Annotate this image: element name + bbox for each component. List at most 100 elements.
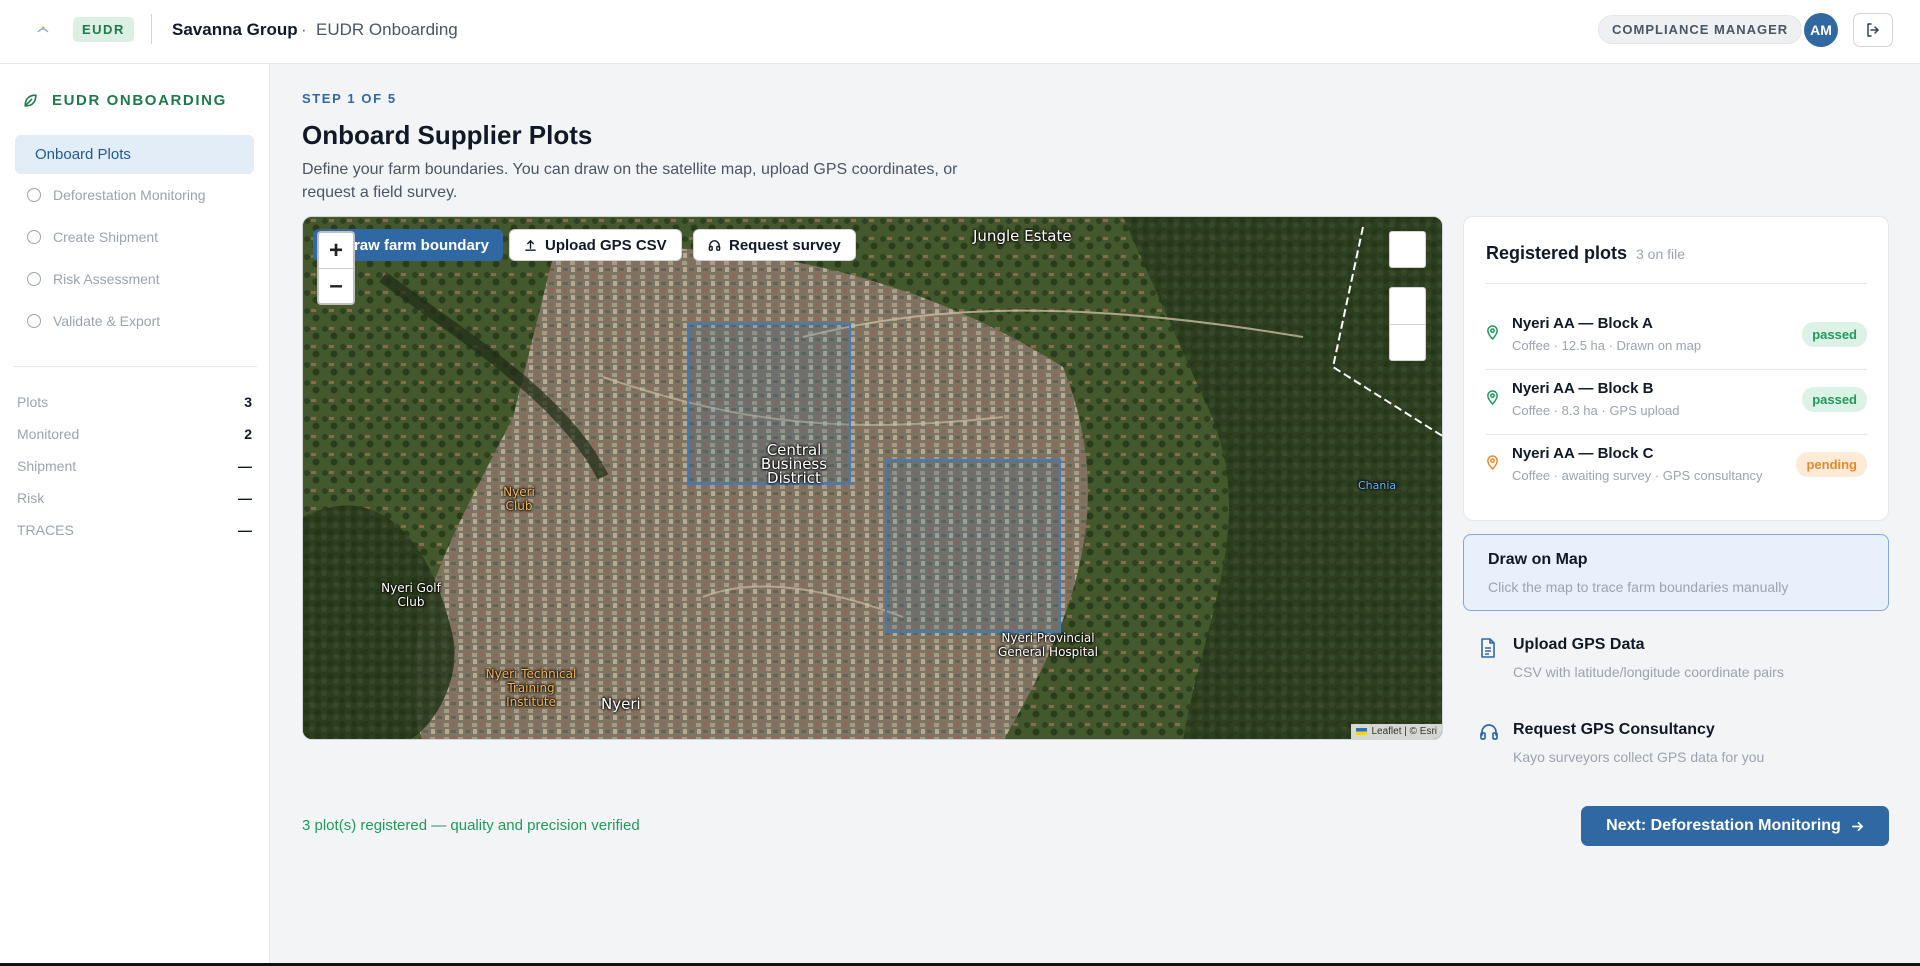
avatar[interactable]: AM: [1804, 13, 1838, 47]
map-pin-icon: [1487, 390, 1498, 405]
map-label-nyeri-club: Nyeri Club: [503, 485, 535, 513]
map-label-technical-institute: Nyeri Technical Training Institute: [485, 667, 577, 709]
satellite-map[interactable]: Jungle Estate Central Business District …: [302, 216, 1443, 740]
org-name: Savanna Group: [172, 20, 298, 39]
map-label-golf-club: Nyeri Golf Club: [381, 581, 441, 609]
zoom-control: + –: [317, 231, 355, 305]
breadcrumb-page: EUDR Onboarding: [316, 20, 458, 39]
sidebar-item-deforestation-monitoring[interactable]: Deforestation Monitoring: [27, 187, 206, 203]
plot-name: Nyeri AA — Block A: [1512, 315, 1653, 332]
map-label-cbd: Central Business District: [760, 441, 828, 487]
sidebar-item-label: Risk Assessment: [53, 271, 160, 287]
method-upload-gps[interactable]: Upload GPS Data CSV with latitude/longit…: [1463, 620, 1889, 690]
sidebar-divider: [14, 366, 257, 367]
sidebar: EUDR ONBOARDING Onboard Plots Deforestat…: [0, 64, 270, 966]
eudr-badge: EUDR: [73, 17, 134, 42]
step-circle-icon: [27, 314, 41, 328]
sidebar-title: EUDR ONBOARDING: [52, 92, 227, 109]
breadcrumb-separator: ·: [301, 20, 307, 39]
stat-risk: Risk —: [17, 490, 252, 506]
next-button-label: Next: Deforestation Monitoring: [1606, 817, 1841, 834]
registration-status-note: 3 plot(s) registered — quality and preci…: [302, 817, 640, 834]
page-title: Onboard Supplier Plots: [302, 120, 593, 150]
request-survey-button[interactable]: Request survey: [693, 229, 856, 261]
stat-value: 3: [244, 394, 252, 410]
upload-icon: [525, 239, 536, 251]
registered-plots-title: Registered plots: [1486, 243, 1628, 263]
map-attribution[interactable]: Leaflet | © Esri: [1351, 724, 1442, 739]
map-label-hospital: Nyeri Provincial General Hospital: [997, 631, 1099, 659]
stat-plots: Plots 3: [17, 394, 252, 410]
stat-monitored: Monitored 2: [17, 426, 252, 442]
draw-toolbar[interactable]: [1389, 287, 1426, 361]
plot-meta: Coffee · 8.3 ha · GPS upload: [1512, 403, 1680, 418]
map-label-nyeri: Nyeri: [601, 695, 641, 713]
step-indicator: STEP 1 OF 5: [302, 91, 397, 106]
top-bar: EUDR Savanna Group · EUDR Onboarding COM…: [0, 0, 1920, 64]
status-badge: pending: [1796, 452, 1867, 477]
map-label-jungle-estate: Jungle Estate: [973, 227, 1072, 245]
upload-gps-csv-button[interactable]: Upload GPS CSV: [509, 229, 682, 261]
plot-meta: Coffee · awaiting survey · GPS consultan…: [1512, 468, 1763, 483]
step-circle-icon: [27, 230, 41, 244]
stat-label: TRACES: [17, 522, 74, 538]
logo-icon: [37, 26, 49, 33]
sidebar-item-label: Validate & Export: [53, 313, 161, 329]
role-badge: COMPLIANCE MANAGER: [1598, 15, 1803, 44]
stat-traces: TRACES —: [17, 522, 252, 538]
layer-control-button[interactable]: [1389, 231, 1426, 268]
sidebar-item-label: Onboard Plots: [35, 146, 131, 163]
stat-value: —: [238, 490, 252, 506]
status-badge: passed: [1802, 322, 1867, 347]
registered-plots-card: Registered plots 3 on file Nyeri AA — Bl…: [1463, 216, 1889, 521]
leaf-icon: [24, 94, 37, 107]
attribution-text: Leaflet | © Esri: [1371, 726, 1437, 737]
step-circle-icon: [27, 188, 41, 202]
sidebar-item-risk-assessment[interactable]: Risk Assessment: [27, 271, 160, 287]
method-description: Click the map to trace farm boundaries m…: [1488, 579, 1789, 595]
stat-label: Monitored: [17, 426, 80, 442]
sidebar-item-create-shipment[interactable]: Create Shipment: [27, 229, 158, 245]
plot-row-block-c[interactable]: Nyeri AA — Block C Coffee · awaiting sur…: [1486, 433, 1867, 497]
sidebar-item-validate-export[interactable]: Validate & Export: [27, 313, 160, 329]
plot-name: Nyeri AA — Block C: [1512, 445, 1654, 462]
plot-boundary-block-b[interactable]: [885, 459, 1061, 633]
satellite-imagery: [303, 217, 1442, 739]
method-draw-on-map[interactable]: Draw on Map Click the map to trace farm …: [1463, 534, 1889, 611]
method-title: Draw on Map: [1488, 551, 1588, 568]
draw-toolbar-edit-button[interactable]: [1390, 288, 1425, 325]
headset-icon: [1480, 724, 1498, 740]
step-circle-icon: [27, 272, 41, 286]
arrow-right-icon: [1851, 821, 1863, 831]
sidebar-header: EUDR ONBOARDING: [22, 92, 227, 109]
header-divider: [151, 14, 152, 44]
logout-icon: [1867, 23, 1879, 37]
next-deforestation-monitoring-button[interactable]: Next: Deforestation Monitoring: [1581, 806, 1889, 846]
upload-gps-csv-label: Upload GPS CSV: [545, 236, 667, 254]
stat-value: 2: [244, 426, 252, 442]
plot-row-block-a[interactable]: Nyeri AA — Block A Coffee · 12.5 ha · Dr…: [1486, 303, 1867, 367]
stat-value: —: [238, 522, 252, 538]
stat-label: Plots: [17, 394, 49, 410]
stat-value: —: [238, 458, 252, 474]
stat-label: Risk: [17, 490, 45, 506]
page-description: Define your farm boundaries. You can dra…: [302, 161, 958, 201]
plot-row-block-b[interactable]: Nyeri AA — Block B Coffee · 8.3 ha · GPS…: [1486, 368, 1867, 432]
stat-shipment: Shipment —: [17, 458, 252, 474]
method-description: Kayo surveyors collect GPS data for you: [1513, 749, 1765, 765]
zoom-in-button[interactable]: +: [319, 233, 353, 268]
status-badge: passed: [1802, 387, 1867, 412]
sidebar-item-onboard-plots[interactable]: Onboard Plots: [15, 135, 254, 174]
sidebar-item-label: Create Shipment: [53, 229, 159, 245]
zoom-out-button[interactable]: –: [319, 268, 353, 303]
file-icon: [1481, 638, 1495, 658]
draw-boundary-label: Draw farm boundary: [343, 236, 489, 254]
logout-button[interactable]: [1853, 13, 1893, 47]
sidebar-item-label: Deforestation Monitoring: [53, 187, 206, 203]
plot-meta: Coffee · 12.5 ha · Drawn on map: [1512, 338, 1702, 353]
card-divider: [1486, 283, 1867, 284]
ukraine-flag-icon: [1356, 728, 1368, 735]
method-request-consultancy[interactable]: Request GPS Consultancy Kayo surveyors c…: [1463, 705, 1889, 775]
headset-icon: [708, 239, 721, 251]
method-title: Request GPS Consultancy: [1513, 721, 1715, 738]
